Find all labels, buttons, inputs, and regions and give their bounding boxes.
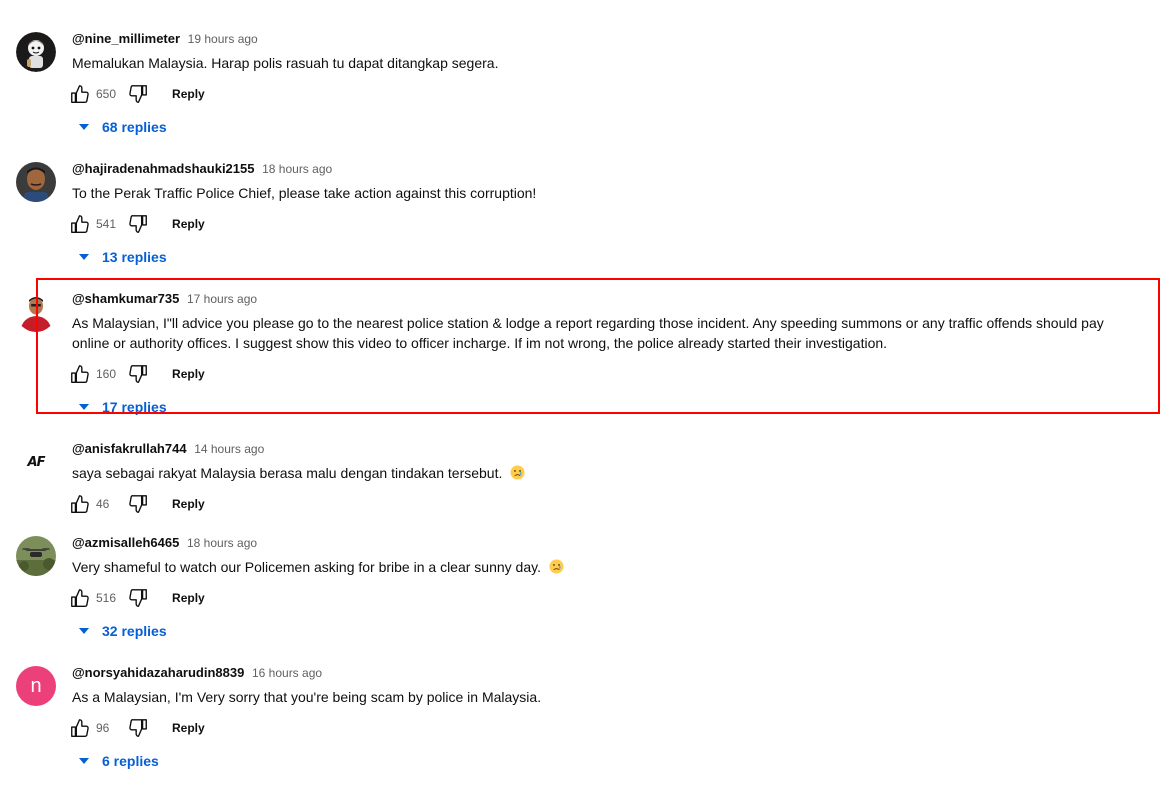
reply-button[interactable]: Reply [172, 497, 205, 511]
comment-timestamp[interactable]: 19 hours ago [188, 32, 258, 46]
cartoon-character-icon [16, 32, 56, 72]
sad-face-emoji-icon [549, 559, 564, 574]
comment-actions: 650 Reply [68, 82, 205, 106]
view-replies-button[interactable]: 13 replies [72, 246, 167, 268]
view-replies-button[interactable]: 6 replies [72, 750, 159, 772]
comment-actions: 160 Reply [68, 362, 205, 386]
author-name[interactable]: @azmisalleh6465 [72, 535, 179, 550]
reply-button[interactable]: Reply [172, 217, 205, 231]
dislike-button[interactable] [126, 82, 150, 106]
thumbs-down-icon [129, 365, 147, 383]
like-button[interactable] [68, 82, 92, 106]
like-button[interactable] [68, 212, 92, 236]
thumbs-down-icon [129, 495, 147, 513]
author-name[interactable]: @nine_millimeter [72, 31, 180, 46]
comment-header: @shamkumar735 17 hours ago [72, 290, 257, 308]
comment-header: @norsyahidazaharudin8839 16 hours ago [72, 664, 322, 682]
man-red-shirt-icon [16, 292, 56, 332]
comment-text: Memalukan Malaysia. Harap polis rasuah t… [72, 55, 499, 71]
comment-timestamp[interactable]: 14 hours ago [194, 442, 264, 456]
comment-header: @azmisalleh6465 18 hours ago [72, 534, 257, 552]
dislike-button[interactable] [126, 492, 150, 516]
like-count: 46 [96, 497, 110, 511]
dislike-button[interactable] [126, 586, 150, 610]
avatar[interactable]: AF [16, 442, 56, 482]
author-name[interactable]: @shamkumar735 [72, 291, 179, 306]
comment-text: To the Perak Traffic Police Chief, pleas… [72, 185, 537, 201]
reply-button[interactable]: Reply [172, 367, 205, 381]
comment-header: @anisfakrullah744 14 hours ago [72, 440, 264, 458]
like-button[interactable] [68, 586, 92, 610]
comment-header: @hajiradenahmadshauki2155 18 hours ago [72, 160, 332, 178]
replies-count: 68 replies [102, 119, 167, 135]
caret-down-icon [72, 246, 96, 268]
comment-timestamp[interactable]: 18 hours ago [187, 536, 257, 550]
comment-actions: 46 Reply [68, 492, 205, 516]
thumbs-up-icon [71, 215, 89, 233]
like-button[interactable] [68, 492, 92, 516]
dislike-button[interactable] [126, 362, 150, 386]
avatar[interactable] [16, 536, 56, 576]
comment-actions: 541 Reply [68, 212, 205, 236]
view-replies-button[interactable]: 32 replies [72, 620, 167, 642]
like-count: 516 [96, 591, 117, 605]
author-name[interactable]: @hajiradenahmadshauki2155 [72, 161, 254, 176]
avatar[interactable] [16, 292, 56, 332]
comment-text-body: saya sebagai rakyat Malaysia berasa malu… [72, 465, 503, 481]
af-logo-icon: AF [27, 454, 46, 470]
thumbs-down-icon [129, 85, 147, 103]
comment-timestamp[interactable]: 17 hours ago [187, 292, 257, 306]
like-count: 96 [96, 721, 110, 735]
replies-count: 32 replies [102, 623, 167, 639]
thumbs-up-icon [71, 719, 89, 737]
thumbs-up-icon [71, 589, 89, 607]
replies-count: 13 replies [102, 249, 167, 265]
view-replies-button[interactable]: 68 replies [72, 116, 167, 138]
avatar[interactable]: n [16, 666, 56, 706]
comment-actions: 516 Reply [68, 586, 205, 610]
reply-button[interactable]: Reply [172, 591, 205, 605]
comment-text-line: online or authority offices. I suggest s… [72, 335, 888, 351]
replies-count: 17 replies [102, 399, 167, 415]
like-count: 650 [96, 87, 117, 101]
comment-text: As Malaysian, I"ll advice you please go … [72, 313, 1132, 353]
thumbs-up-icon [71, 85, 89, 103]
comment-text: As a Malaysian, I'm Very sorry that you'… [72, 689, 542, 705]
like-button[interactable] [68, 716, 92, 740]
like-button[interactable] [68, 362, 92, 386]
reply-button[interactable]: Reply [172, 721, 205, 735]
sad-face-emoji-icon [510, 465, 525, 480]
thumbs-up-icon [71, 495, 89, 513]
dislike-button[interactable] [126, 212, 150, 236]
comment-text-line: As Malaysian, I"ll advice you please go … [72, 315, 1104, 331]
caret-down-icon [72, 116, 96, 138]
dislike-button[interactable] [126, 716, 150, 740]
reply-button[interactable]: Reply [172, 87, 205, 101]
thumbs-down-icon [129, 719, 147, 737]
comment-timestamp[interactable]: 18 hours ago [262, 162, 332, 176]
thumbs-down-icon [129, 589, 147, 607]
like-count: 160 [96, 367, 117, 381]
man-photo-icon [16, 162, 56, 202]
replies-count: 6 replies [102, 753, 159, 769]
thumbs-down-icon [129, 215, 147, 233]
drone-photo-icon [16, 536, 56, 576]
caret-down-icon [72, 620, 96, 642]
comment-text: Very shameful to watch our Policemen ask… [72, 557, 1132, 577]
author-name[interactable]: @anisfakrullah744 [72, 441, 187, 456]
like-count: 541 [96, 217, 117, 231]
view-replies-button[interactable]: 17 replies [72, 396, 167, 418]
comment-actions: 96 Reply [68, 716, 205, 740]
comment-header: @nine_millimeter 19 hours ago [72, 30, 258, 48]
thumbs-up-icon [71, 365, 89, 383]
comment-text: saya sebagai rakyat Malaysia berasa malu… [72, 463, 1132, 483]
avatar[interactable] [16, 32, 56, 72]
caret-down-icon [72, 750, 96, 772]
avatar-letter: n [30, 674, 42, 697]
comment-text-body: Very shameful to watch our Policemen ask… [72, 559, 541, 575]
author-name[interactable]: @norsyahidazaharudin8839 [72, 665, 244, 680]
caret-down-icon [72, 396, 96, 418]
comment-timestamp[interactable]: 16 hours ago [252, 666, 322, 680]
avatar[interactable] [16, 162, 56, 202]
